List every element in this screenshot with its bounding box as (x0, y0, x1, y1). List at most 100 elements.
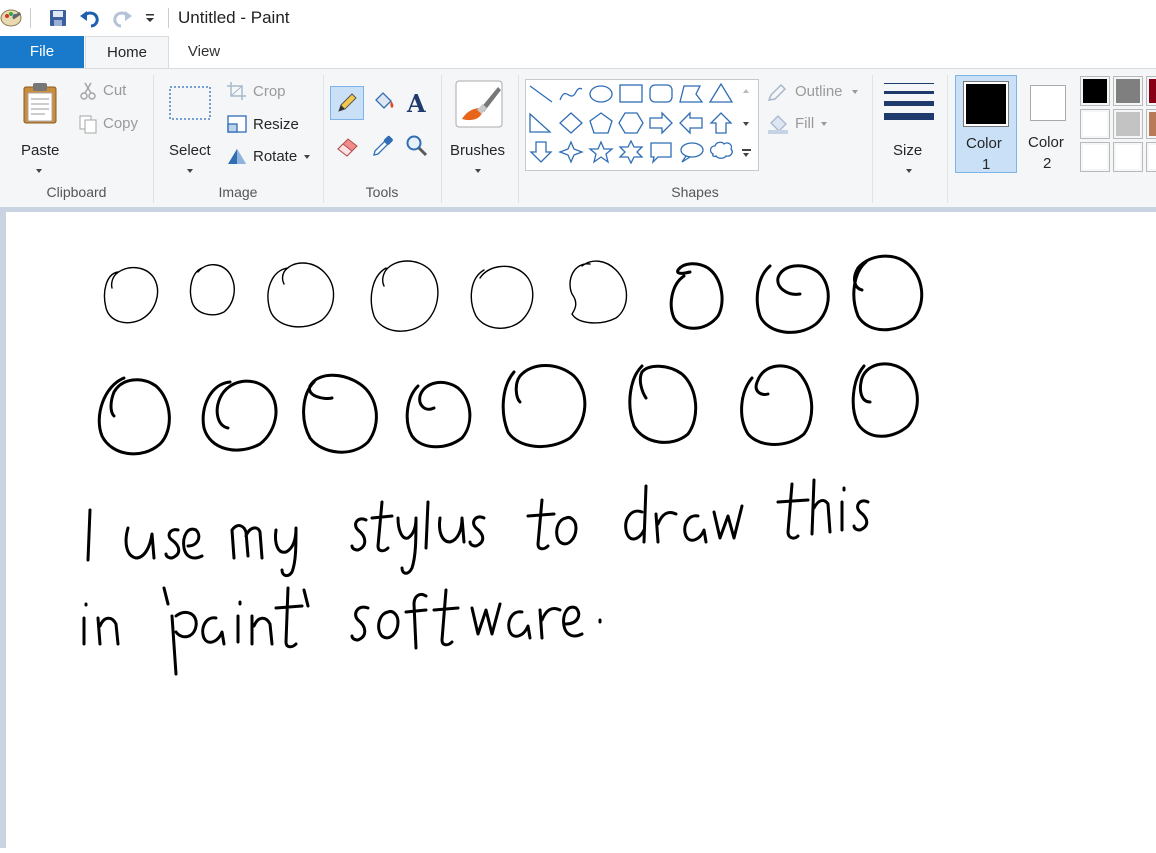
group-separator (441, 75, 442, 203)
color-picker-tool-button[interactable] (368, 131, 398, 161)
outline-button[interactable]: Outline (766, 80, 862, 104)
paint-app-icon[interactable] (0, 7, 22, 29)
window-title: Untitled - Paint (178, 8, 290, 27)
save-icon[interactable] (47, 7, 69, 29)
cut-button[interactable]: Cut (78, 80, 148, 104)
group-separator (872, 75, 873, 203)
right-arrow-shape-icon[interactable] (649, 111, 673, 135)
handwriting-line-1 (86, 478, 870, 578)
right-triangle-shape-icon[interactable] (529, 112, 552, 133)
group-separator (947, 75, 948, 203)
thin-circle-row (103, 260, 628, 332)
customize-dropdown-icon[interactable] (139, 7, 161, 29)
rotate-button[interactable]: Rotate (226, 145, 314, 169)
fill-bucket-icon (375, 92, 394, 109)
tab-view[interactable]: View (168, 36, 240, 68)
redo-icon[interactable] (111, 7, 133, 29)
pencil-icon (338, 93, 357, 112)
ribbon: Paste Cut Copy Clipboard Select Crop Res… (0, 68, 1156, 208)
palette-color-swatch[interactable] (1113, 76, 1143, 106)
diamond-shape-icon[interactable] (559, 112, 583, 134)
four-point-star-shape-icon[interactable] (558, 140, 584, 164)
scissors-icon (80, 82, 96, 100)
paste-dropdown-caret (36, 169, 42, 173)
palette-color-swatch[interactable] (1146, 109, 1156, 139)
undo-icon[interactable] (79, 7, 101, 29)
color1-button[interactable]: Color 1 (955, 75, 1017, 173)
oval-shape-icon[interactable] (589, 85, 613, 103)
five-point-star-shape-icon[interactable] (588, 140, 614, 164)
brushes-button[interactable]: Brushes (448, 77, 510, 173)
tab-file[interactable]: File (0, 36, 84, 68)
color-palette (1079, 75, 1156, 175)
crop-button[interactable]: Crop (226, 80, 306, 104)
oval-callout-shape-icon[interactable] (680, 142, 704, 163)
palette-color-swatch[interactable] (1146, 142, 1156, 172)
triangle-shape-icon[interactable] (708, 82, 734, 103)
up-arrow-shape-icon[interactable] (709, 112, 733, 134)
paste-button[interactable]: Paste (14, 77, 64, 173)
brushes-label: Brushes (450, 142, 506, 159)
hexagon-shape-icon[interactable] (618, 112, 644, 134)
crop-label: Crop (253, 83, 286, 100)
shapes-group-label: Shapes (671, 184, 719, 200)
resize-button[interactable]: Resize (226, 113, 306, 137)
cloud-callout-shape-icon[interactable] (709, 141, 733, 159)
rectangle-shape-icon[interactable] (619, 84, 643, 103)
select-button[interactable]: Select (164, 77, 216, 173)
palette-color-swatch[interactable] (1080, 76, 1110, 106)
select-icon (169, 86, 211, 120)
fill-label: Fill (795, 115, 815, 132)
size-button[interactable]: Size (880, 77, 938, 173)
color1-swatch (963, 81, 1009, 127)
six-point-star-shape-icon[interactable] (618, 139, 644, 165)
color2-swatch (1030, 85, 1066, 121)
copy-button[interactable]: Copy (78, 113, 148, 137)
down-arrow-shape-icon[interactable] (529, 141, 553, 163)
rotate-dropdown-caret (304, 155, 310, 159)
text-tool-button[interactable]: A (402, 88, 432, 118)
rotate-icon (228, 149, 246, 164)
resize-label: Resize (253, 116, 299, 133)
polygon-shape-icon[interactable] (679, 85, 704, 103)
color2-button[interactable]: Color 2 (1020, 75, 1076, 173)
fill-dropdown-caret (821, 122, 827, 126)
palette-color-swatch[interactable] (1146, 76, 1156, 106)
rounded-rectangle-shape-icon[interactable] (649, 84, 673, 103)
scroll-down-icon[interactable] (743, 122, 749, 126)
palette-color-swatch[interactable] (1080, 142, 1110, 172)
gallery-expand-caret (743, 153, 749, 157)
palette-color-swatch[interactable] (1080, 109, 1110, 139)
curve-shape-icon[interactable] (559, 87, 583, 101)
fill-tool-button[interactable] (368, 88, 398, 118)
tools-group-label: Tools (365, 184, 399, 200)
cut-label: Cut (103, 82, 127, 99)
ribbon-tabs: File Home View (0, 36, 1156, 69)
fill-button[interactable]: Fill (766, 112, 862, 136)
color-picker-icon (373, 135, 393, 156)
title-bar: Untitled - Paint (0, 0, 1156, 36)
rounded-callout-shape-icon[interactable] (650, 142, 672, 164)
pentagon-shape-icon[interactable] (589, 112, 613, 134)
palette-color-swatch[interactable] (1113, 109, 1143, 139)
drawing-canvas[interactable] (6, 212, 1156, 848)
magnifier-tool-button[interactable] (402, 131, 432, 161)
copy-icon (79, 115, 97, 134)
palette-color-swatch[interactable] (1113, 142, 1143, 172)
line-shape-icon[interactable] (529, 85, 553, 103)
tab-home[interactable]: Home (85, 36, 169, 69)
canvas-workspace (0, 207, 1156, 848)
shapes-scrollbar[interactable] (738, 79, 756, 169)
fill-icon (768, 115, 788, 134)
handwriting-line-2 (82, 586, 602, 676)
color1-fill (966, 84, 1006, 124)
shapes-gallery[interactable] (525, 79, 759, 171)
rotate-label: Rotate (253, 148, 298, 165)
eraser-tool-button[interactable] (333, 131, 363, 161)
outline-dropdown-caret (852, 90, 858, 94)
pencil-tool-button[interactable] (330, 86, 364, 120)
scroll-up-icon[interactable] (743, 89, 749, 93)
left-arrow-shape-icon[interactable] (679, 111, 703, 135)
gallery-expand-icon[interactable] (742, 149, 751, 151)
brush-icon (455, 80, 503, 128)
